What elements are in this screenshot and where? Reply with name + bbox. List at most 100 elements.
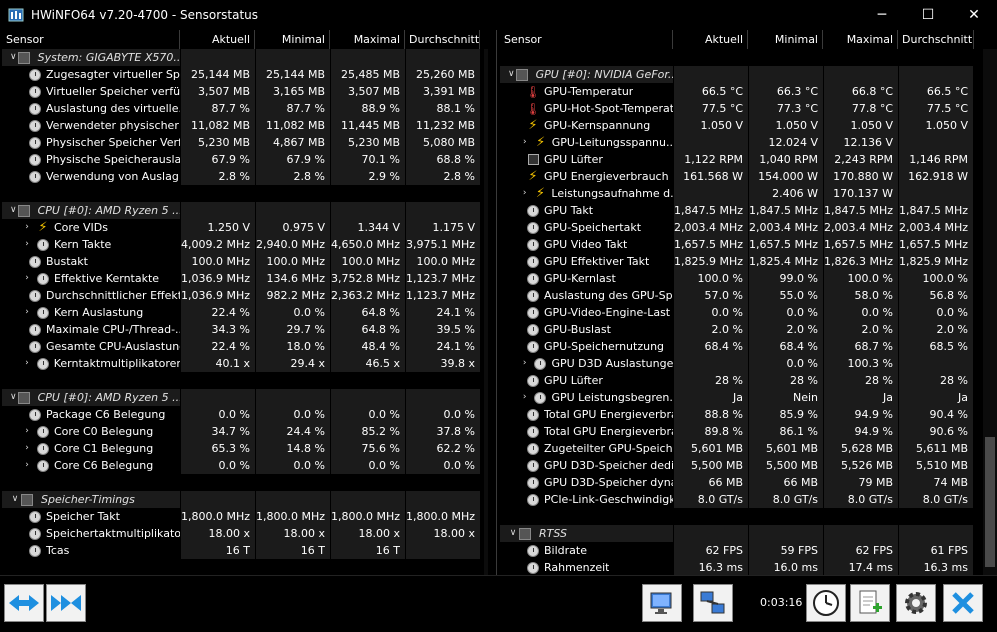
sensor-row[interactable]: GPU Takt 1,847.5 MHz 1,847.5 MHz 1,847.5… <box>500 202 997 219</box>
sensor-group-header[interactable]: ∨ System: GIGABYTE X570... <box>2 49 488 66</box>
sensor-row[interactable]: Gesamte CPU-Auslastung 22.4 % 18.0 % 48.… <box>2 338 488 355</box>
chevron-down-icon[interactable]: ∨ <box>508 66 515 83</box>
sensor-row[interactable]: › ⚡ GPU-Leitungsspannu... 12.024 V 12.136… <box>500 134 997 151</box>
sensor-row[interactable]: › Effektive Kerntakte 1,036.9 MHz 134.6 … <box>2 270 488 287</box>
sensor-row[interactable]: Total GPU Energieverbra... 88.8 % 85.9 %… <box>500 406 997 423</box>
chevron-right-icon[interactable]: › <box>22 270 32 287</box>
sensor-row[interactable]: GPU-Video-Engine-Last 0.0 % 0.0 % 0.0 % … <box>500 304 997 321</box>
column-header-sensor[interactable]: Sensor <box>500 30 673 49</box>
sensor-row[interactable]: › Core C6 Belegung 0.0 % 0.0 % 0.0 % 0.0… <box>2 457 488 474</box>
sensor-row[interactable]: Zugeteilter GPU-Speicher 5,601 MB 5,601 … <box>500 440 997 457</box>
column-header-min[interactable]: Minimal <box>255 30 330 49</box>
sensor-row[interactable]: › Kern Takte 4,009.2 MHz 2,940.0 MHz 4,6… <box>2 236 488 253</box>
sensor-row[interactable]: GPU-Speichertakt 2,003.4 MHz 2,003.4 MHz… <box>500 219 997 236</box>
sensor-row[interactable]: GPU Lüfter 1,122 RPM 1,040 RPM 2,243 RPM… <box>500 151 997 168</box>
sensor-row[interactable]: › Core C0 Belegung 34.7 % 24.4 % 85.2 % … <box>2 423 488 440</box>
sensor-row[interactable]: Bildrate 62 FPS 59 FPS 62 FPS 61 FPS <box>500 542 997 559</box>
sensor-row[interactable]: › Core C1 Belegung 65.3 % 14.8 % 75.6 % … <box>2 440 488 457</box>
chevron-down-icon[interactable]: ∨ <box>10 202 17 219</box>
sensor-row[interactable]: › GPU D3D Auslastungen 0.0 % 100.3 % <box>500 355 997 372</box>
left-scrollbar[interactable] <box>484 49 488 575</box>
sensor-group-header[interactable]: ∨ Speicher-Timings <box>2 491 488 508</box>
sensor-row[interactable]: Maximale CPU-/Thread-... 34.3 % 29.7 % 6… <box>2 321 488 338</box>
chevron-down-icon[interactable]: ∨ <box>10 49 17 66</box>
sensor-row[interactable]: Physischer Speicher Verf... 5,230 MB 4,8… <box>2 134 488 151</box>
right-scrollbar-thumb[interactable] <box>985 437 995 567</box>
network-button[interactable] <box>693 584 733 622</box>
sensor-row[interactable]: Auslastung des virtuelle... 87.7 % 87.7 … <box>2 100 488 117</box>
group-cell-max <box>824 66 898 83</box>
sensor-row[interactable]: Bustakt 100.0 MHz 100.0 MHz 100.0 MHz 10… <box>2 253 488 270</box>
pane-splitter[interactable] <box>496 30 497 575</box>
sensor-row[interactable]: GPU Video Takt 1,657.5 MHz 1,657.5 MHz 1… <box>500 236 997 253</box>
sensor-row[interactable]: Speichertaktmultiplikator 18.00 x 18.00 … <box>2 525 488 542</box>
column-header-max[interactable]: Maximal <box>823 30 898 49</box>
sensor-row[interactable]: GPU-Buslast 2.0 % 2.0 % 2.0 % 2.0 % <box>500 321 997 338</box>
sensor-row[interactable]: Physische Speicherausla... 67.9 % 67.9 %… <box>2 151 488 168</box>
sensor-row[interactable]: Tcas 16 T 16 T 16 T <box>2 542 488 559</box>
minimize-button[interactable]: ─ <box>859 0 905 30</box>
maximize-button[interactable]: ☐ <box>905 0 951 30</box>
sensor-row[interactable]: Zugesagter virtueller Sp... 25,144 MB 25… <box>2 66 488 83</box>
sensor-row[interactable]: Total GPU Energieverbra... 89.8 % 86.1 %… <box>500 423 997 440</box>
chevron-down-icon[interactable]: ∨ <box>10 389 17 406</box>
sensor-row[interactable]: GPU D3D-Speicher dedizi... 5,500 MB 5,50… <box>500 457 997 474</box>
chevron-right-icon[interactable]: › <box>520 185 529 202</box>
sensor-row[interactable]: Virtueller Speicher verfü... 3,507 MB 3,… <box>2 83 488 100</box>
sensor-group-header[interactable]: ∨ RTSS <box>500 525 997 542</box>
sensor-row[interactable]: › GPU Leistungsbegren... Ja Nein Ja Ja <box>500 389 997 406</box>
navigate-right-button[interactable] <box>46 584 86 622</box>
chevron-right-icon[interactable]: › <box>22 219 32 236</box>
sensor-row[interactable]: ⚡ GPU Energieverbrauch 161.568 W 154.000… <box>500 168 997 185</box>
chevron-down-icon[interactable]: ∨ <box>10 491 20 508</box>
column-header-current[interactable]: Aktuell <box>673 30 748 49</box>
sensor-row[interactable]: Verwendung von Auslag... 2.8 % 2.8 % 2.9… <box>2 168 488 185</box>
chevron-right-icon[interactable]: › <box>520 355 529 372</box>
sensor-row[interactable]: › ⚡ Leistungsaufnahme d... 2.406 W 170.13… <box>500 185 997 202</box>
sensor-row[interactable]: › Kerntaktmultiplikatoren 40.1 x 29.4 x … <box>2 355 488 372</box>
sensor-row[interactable]: Rahmenzeit 16.3 ms 16.0 ms 17.4 ms 16.3 … <box>500 559 997 575</box>
monitor-button[interactable] <box>642 584 682 622</box>
chevron-right-icon[interactable]: › <box>22 236 32 253</box>
chevron-right-icon[interactable]: › <box>520 134 530 151</box>
sensor-row[interactable]: GPU Effektiver Takt 1,825.9 MHz 1,825.4 … <box>500 253 997 270</box>
chevron-right-icon[interactable]: › <box>22 440 32 457</box>
sensor-row[interactable]: 🌡 GPU-Hot-Spot-Temperatur 77.5 °C 77.3 °… <box>500 100 997 117</box>
sensor-row[interactable]: Package C6 Belegung 0.0 % 0.0 % 0.0 % 0.… <box>2 406 488 423</box>
sensor-row[interactable]: 🌡 GPU-Temperatur 66.5 °C 66.3 °C 66.8 °C… <box>500 83 997 100</box>
sensor-row[interactable]: › Kern Auslastung 22.4 % 0.0 % 64.8 % 24… <box>2 304 488 321</box>
add-report-button[interactable] <box>850 584 890 622</box>
sensor-row[interactable]: GPU D3D-Speicher dyna... 66 MB 66 MB 79 … <box>500 474 997 491</box>
close-button[interactable]: ✕ <box>951 0 997 30</box>
sensor-group-header[interactable]: ∨ GPU [#0]: NVIDIA GeFor... <box>500 66 997 83</box>
sensor-row[interactable]: Speicher Takt 1,800.0 MHz 1,800.0 MHz 1,… <box>2 508 488 525</box>
sensor-row[interactable]: Verwendeter physischer ... 11,082 MB 11,… <box>2 117 488 134</box>
clock-button[interactable] <box>806 584 846 622</box>
chevron-right-icon[interactable]: › <box>22 355 32 372</box>
chevron-right-icon[interactable]: › <box>22 304 32 321</box>
chevron-down-icon[interactable]: ∨ <box>508 525 518 542</box>
sensor-row[interactable]: Auslastung des GPU-Spe... 57.0 % 55.0 % … <box>500 287 997 304</box>
column-header-sensor[interactable]: Sensor <box>2 30 180 49</box>
column-header-min[interactable]: Minimal <box>748 30 823 49</box>
sensor-row[interactable]: GPU-Speichernutzung 68.4 % 68.4 % 68.7 %… <box>500 338 997 355</box>
column-header-max[interactable]: Maximal <box>330 30 405 49</box>
right-scrollbar[interactable] <box>983 49 997 575</box>
sensor-row[interactable]: GPU Lüfter 28 % 28 % 28 % 28 % <box>500 372 997 389</box>
column-header-avg[interactable]: Durchschnitt <box>898 30 974 49</box>
column-header-avg[interactable]: Durchschnitt <box>405 30 480 49</box>
close-sensors-button[interactable] <box>943 584 983 622</box>
column-header-current[interactable]: Aktuell <box>180 30 255 49</box>
sensor-row[interactable]: Durchschnittlicher Effekti... 1,036.9 MH… <box>2 287 488 304</box>
sensor-row[interactable]: PCIe-Link-Geschwindigkeit 8.0 GT/s 8.0 G… <box>500 491 997 508</box>
chevron-right-icon[interactable]: › <box>520 389 529 406</box>
chevron-right-icon[interactable]: › <box>22 457 32 474</box>
sensor-group-header[interactable]: ∨ CPU [#0]: AMD Ryzen 5 ... <box>2 389 488 406</box>
sensor-row[interactable]: GPU-Kernlast 100.0 % 99.0 % 100.0 % 100.… <box>500 270 997 287</box>
sensor-row[interactable]: ⚡ GPU-Kernspannung 1.050 V 1.050 V 1.050… <box>500 117 997 134</box>
settings-button[interactable] <box>896 584 936 622</box>
navigate-left-button[interactable] <box>4 584 44 622</box>
sensor-group-header[interactable]: ∨ CPU [#0]: AMD Ryzen 5 ... <box>2 202 488 219</box>
sensor-row[interactable]: › ⚡ Core VIDs 1.250 V 0.975 V 1.344 V 1.1… <box>2 219 488 236</box>
chevron-right-icon[interactable]: › <box>22 423 32 440</box>
